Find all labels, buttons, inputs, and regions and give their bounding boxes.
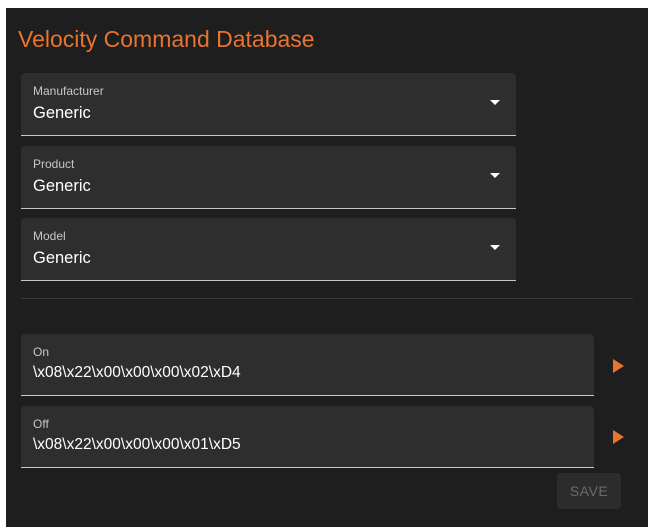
send-off-command-button[interactable] bbox=[607, 425, 631, 449]
off-command-value[interactable]: \x08\x22\x00\x00\x00\x01\xD5 bbox=[33, 436, 241, 454]
save-button[interactable]: SAVE bbox=[557, 473, 621, 509]
page-title: Velocity Command Database bbox=[18, 26, 315, 52]
on-command-value[interactable]: \x08\x22\x00\x00\x00\x02\xD4 bbox=[33, 364, 241, 382]
manufacturer-label: Manufacturer bbox=[33, 84, 104, 98]
product-value: Generic bbox=[33, 177, 91, 195]
product-label: Product bbox=[33, 157, 75, 171]
model-select[interactable]: Model Generic bbox=[21, 218, 516, 281]
dropdown-arrow-icon bbox=[490, 245, 500, 250]
on-command-field[interactable]: On \x08\x22\x00\x00\x00\x02\xD4 bbox=[21, 334, 594, 396]
off-command-label: Off bbox=[33, 417, 49, 431]
dropdown-arrow-icon bbox=[490, 173, 500, 178]
model-label: Model bbox=[33, 229, 66, 243]
product-select[interactable]: Product Generic bbox=[21, 146, 516, 209]
play-icon bbox=[613, 359, 624, 373]
play-icon bbox=[613, 430, 624, 444]
section-divider bbox=[21, 298, 633, 299]
manufacturer-select[interactable]: Manufacturer Generic bbox=[21, 73, 516, 136]
model-value: Generic bbox=[33, 249, 91, 267]
send-on-command-button[interactable] bbox=[607, 354, 631, 378]
manufacturer-value: Generic bbox=[33, 104, 91, 122]
dropdown-arrow-icon bbox=[490, 100, 500, 105]
off-command-field[interactable]: Off \x08\x22\x00\x00\x00\x01\xD5 bbox=[21, 406, 594, 468]
on-command-label: On bbox=[33, 345, 50, 359]
